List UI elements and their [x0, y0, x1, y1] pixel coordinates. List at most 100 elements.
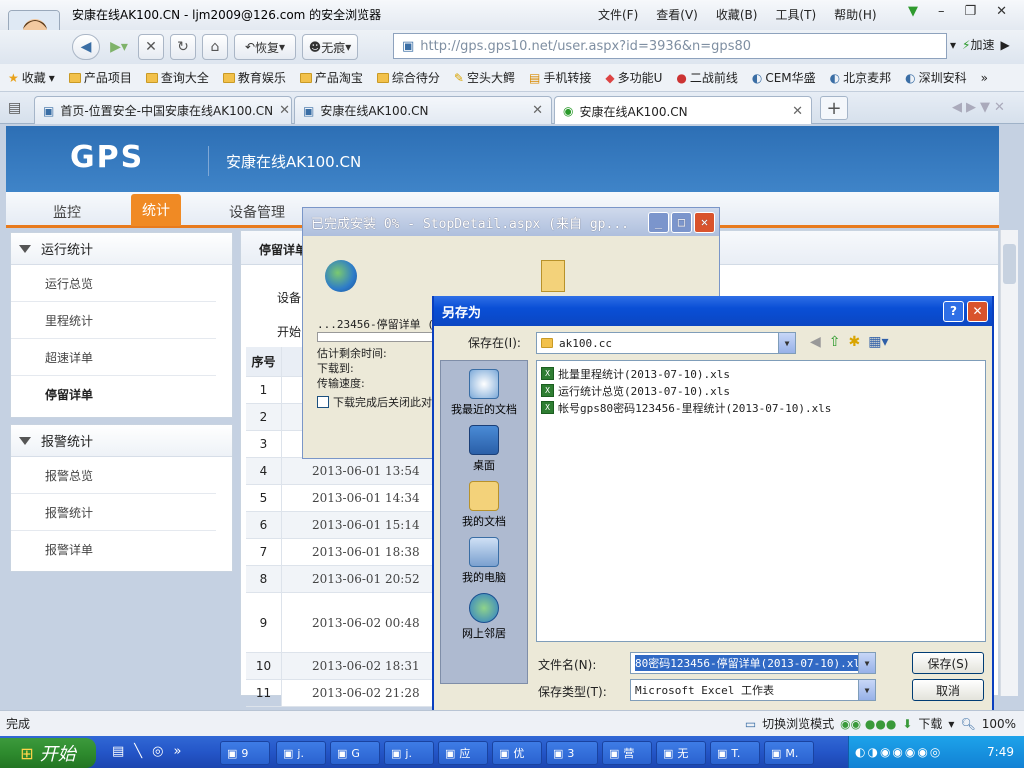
restore-icon[interactable]: ❐: [965, 4, 977, 19]
bookmark-item[interactable]: 产品淘宝: [299, 69, 363, 86]
panel-header[interactable]: 运行统计: [11, 233, 232, 265]
place-network[interactable]: 网上邻居: [441, 593, 527, 641]
zoom-level[interactable]: 100%: [982, 717, 1016, 731]
page-scrollbar[interactable]: [1000, 230, 1018, 696]
menu-view[interactable]: 查看(V): [656, 6, 698, 23]
bookmark-item[interactable]: 教育娱乐: [222, 69, 286, 86]
scrollbar-thumb[interactable]: [1003, 244, 1016, 284]
back-icon[interactable]: ◀: [72, 34, 100, 60]
file-list[interactable]: X 批量里程统计(2013-07-10).xls X 运行统计总览(2013-07-…: [536, 360, 986, 642]
filetype-select[interactable]: Microsoft Excel 工作表 ▼: [630, 679, 876, 701]
back-icon[interactable]: ◀: [810, 334, 821, 350]
up-folder-icon[interactable]: ⇧: [829, 334, 841, 350]
tab-active[interactable]: ◉ 安康在线AK100.CN ✕: [554, 96, 812, 125]
menu-help[interactable]: 帮助(H): [834, 6, 876, 23]
sidebar-item-alarm-stats[interactable]: 报警统计: [11, 494, 216, 531]
more-icon[interactable]: »: [981, 71, 988, 85]
place-desktop[interactable]: 桌面: [441, 425, 527, 473]
quick-launch-icon[interactable]: ╲: [134, 744, 142, 759]
tab-list-icon[interactable]: ▼: [980, 100, 990, 115]
quick-launch-icon[interactable]: »: [173, 744, 181, 759]
minimize-icon[interactable]: –: [938, 4, 945, 19]
sidebar-item-alarm-overview[interactable]: 报警总览: [11, 457, 216, 494]
place-my-computer[interactable]: 我的电脑: [441, 537, 527, 585]
bookmark-item[interactable]: ● 二战前线: [676, 69, 738, 86]
chevron-down-icon[interactable]: ▼: [778, 333, 795, 353]
taskbar-item[interactable]: ▣ j.: [276, 741, 326, 765]
scroll-right-icon[interactable]: ▶: [966, 100, 976, 115]
taskbar-item[interactable]: ▣ 9: [220, 741, 270, 765]
home-icon[interactable]: ⌂: [202, 34, 228, 60]
help-icon[interactable]: ?: [943, 300, 964, 322]
maximize-icon[interactable]: □: [671, 211, 692, 233]
status-icons[interactable]: ◉◉ ●●●: [840, 717, 896, 731]
chevron-down-icon[interactable]: ▼: [858, 653, 875, 673]
download-button[interactable]: 下载: [918, 715, 942, 732]
cancel-button[interactable]: 取消: [912, 679, 984, 701]
tab-ak100[interactable]: ▣ 安康在线AK100.CN ✕: [294, 96, 552, 124]
chevron-down-icon[interactable]: ▾: [950, 38, 956, 52]
accelerate-button[interactable]: ⚡加速: [962, 36, 994, 53]
taskbar-item[interactable]: ▣ T.: [710, 741, 760, 765]
taskbar-item[interactable]: ▣ 营: [602, 741, 652, 765]
menu-file[interactable]: 文件(F): [598, 6, 638, 23]
sidebar-item-stop-detail[interactable]: 停留详单: [11, 376, 216, 413]
taskbar-item[interactable]: ▣ 无: [656, 741, 706, 765]
sidebar-item-alarm-detail[interactable]: 报警详单: [11, 531, 216, 568]
bookmark-item[interactable]: ◐ CEM华盛: [752, 69, 816, 86]
bookmark-favorites[interactable]: ★ 收藏 ▾: [8, 69, 55, 86]
close-icon[interactable]: ✕: [996, 4, 1007, 19]
close-icon[interactable]: ✕: [994, 100, 1005, 115]
taskbar-item[interactable]: ▣ 3: [546, 741, 598, 765]
start-button[interactable]: ⊞ 开始: [0, 738, 96, 768]
quick-launch-icon[interactable]: ◎: [152, 744, 163, 759]
panel-header[interactable]: 报警统计: [11, 425, 232, 457]
filename-input[interactable]: 80密码123456-停留详单(2013-07-10).xls ▼: [630, 652, 876, 674]
taskbar-item[interactable]: ▣ 优: [492, 741, 542, 765]
restore-button[interactable]: ↶ 恢复 ▾: [234, 34, 296, 60]
file-item[interactable]: X 帐号gps80密码123456-里程统计(2013-07-10).xls: [541, 399, 981, 416]
bookmark-item[interactable]: ◆ 多功能U: [605, 69, 662, 86]
bookmark-item[interactable]: 查询大全: [145, 69, 209, 86]
bookmark-item[interactable]: 产品项目: [68, 69, 132, 86]
quick-launch-icon[interactable]: ▤: [112, 744, 124, 759]
place-recent[interactable]: 我最近的文档: [441, 369, 527, 417]
nav-device-management[interactable]: 设备管理: [229, 202, 285, 222]
stop-icon[interactable]: ✕: [138, 34, 164, 60]
address-bar[interactable]: ▣ http://gps.gps10.net/user.aspx?id=3936…: [393, 33, 947, 59]
close-when-done-checkbox[interactable]: 下载完成后关闭此对: [317, 394, 432, 410]
close-tab-icon[interactable]: ✕: [532, 103, 543, 118]
go-icon[interactable]: ▶: [1000, 38, 1009, 52]
bookmark-item[interactable]: ◐ 深圳安科: [905, 69, 967, 86]
bookmark-item[interactable]: ✎ 空头大鳄: [454, 69, 515, 86]
chevron-down-icon[interactable]: ▾: [948, 717, 954, 731]
new-folder-icon[interactable]: ✱: [849, 334, 861, 350]
refresh-icon[interactable]: ↻: [170, 34, 196, 60]
taskbar-item[interactable]: ▣ 应: [438, 741, 488, 765]
close-icon[interactable]: ✕: [694, 211, 715, 233]
close-tab-icon[interactable]: ✕: [792, 104, 803, 119]
shirt-icon[interactable]: ▼: [908, 4, 918, 19]
menu-tools[interactable]: 工具(T): [775, 6, 816, 23]
chevron-down-icon[interactable]: ▼: [858, 680, 875, 700]
sidebar-item-run-overview[interactable]: 运行总览: [11, 265, 216, 302]
nav-monitor[interactable]: 监控: [53, 202, 81, 222]
close-tab-icon[interactable]: ✕: [279, 103, 290, 118]
taskbar-item[interactable]: ▣ M.: [764, 741, 814, 765]
new-tab-icon[interactable]: +: [820, 96, 848, 120]
sidebar-item-mileage[interactable]: 里程统计: [11, 302, 216, 339]
scroll-left-icon[interactable]: ◀: [952, 100, 962, 115]
sidebar-item-overspeed[interactable]: 超速详单: [11, 339, 216, 376]
menu-favorites[interactable]: 收藏(B): [716, 6, 758, 23]
close-icon[interactable]: ✕: [967, 300, 988, 322]
nav-statistics[interactable]: 统计: [131, 194, 181, 226]
save-button[interactable]: 保存(S): [912, 652, 984, 674]
file-item[interactable]: X 批量里程统计(2013-07-10).xls: [541, 365, 981, 382]
tab-home[interactable]: ▣ 首页-位置安全-中国安康在线AK100.CN ✕: [34, 96, 292, 124]
bookmark-item[interactable]: 综合待分: [376, 69, 440, 86]
bookmark-item[interactable]: ◐ 北京麦邦: [830, 69, 892, 86]
taskbar-item[interactable]: ▣ j.: [384, 741, 434, 765]
sidebar-toggle-icon[interactable]: ▤: [8, 100, 21, 116]
tray-icons[interactable]: ◐◑◉◉◉◉◎: [855, 745, 942, 759]
forward-icon[interactable]: ▶▾: [106, 34, 132, 60]
